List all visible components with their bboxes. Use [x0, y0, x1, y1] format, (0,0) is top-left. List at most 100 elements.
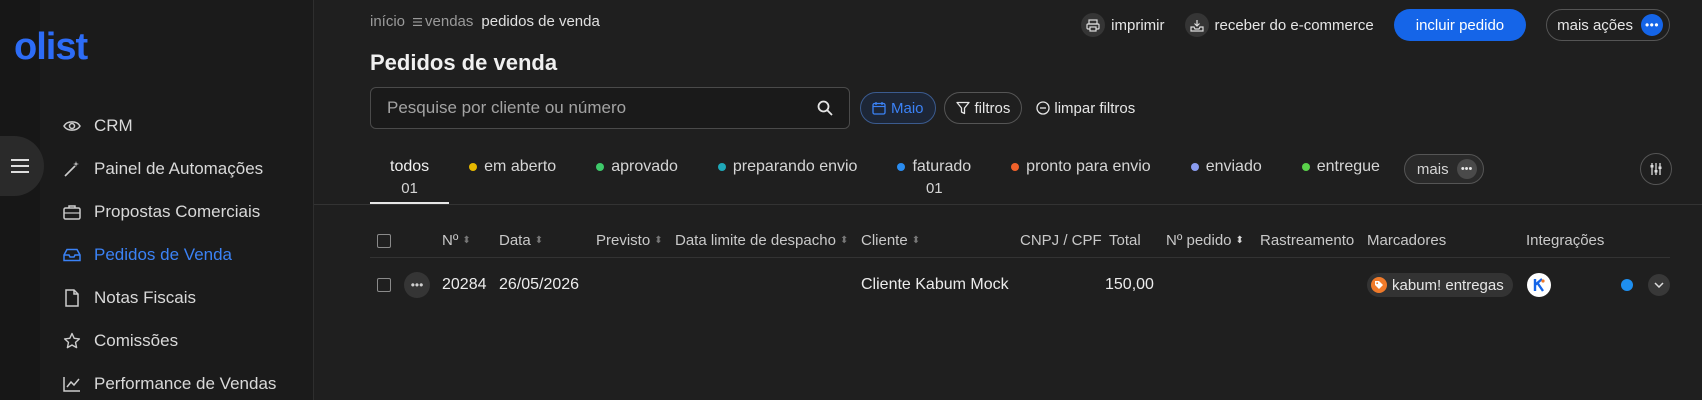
- tab-approved[interactable]: aprovado: [576, 154, 698, 204]
- col-dispatch-limit[interactable]: Data limite de despacho ⬍: [675, 224, 848, 257]
- tab-label: preparando envio: [732, 158, 858, 175]
- col-number[interactable]: Nº ⬍: [442, 224, 471, 257]
- status-dot: [1011, 163, 1020, 171]
- sidebar-item-label: Pedidos de Venda: [94, 244, 233, 264]
- tab-open[interactable]: em aberto: [449, 154, 576, 204]
- sidebar-item-commissions[interactable]: Comissões: [40, 319, 314, 362]
- minus-circle-icon: [1036, 101, 1051, 115]
- tag-icon: [1371, 277, 1387, 293]
- more-actions-button[interactable]: mais ações •••: [1546, 9, 1670, 41]
- sidebar-item-crm[interactable]: CRM: [40, 104, 314, 147]
- ellipsis-icon: •••: [1641, 14, 1663, 36]
- col-order-number[interactable]: Nº pedido ⬍: [1166, 224, 1244, 257]
- print-button[interactable]: imprimir: [1081, 13, 1165, 37]
- col-integrations: Integrações: [1526, 232, 1605, 249]
- inbox-icon: [62, 245, 82, 265]
- star-icon: [62, 331, 82, 351]
- sidebar-item-sales-orders[interactable]: Pedidos de Venda: [40, 233, 314, 276]
- filter-row: Maio filtros limpar filtros: [860, 92, 1135, 124]
- add-order-button[interactable]: incluir pedido: [1393, 9, 1527, 41]
- hamburger-icon: [11, 159, 29, 173]
- tab-label: em aberto: [484, 158, 557, 175]
- cell-date: 26/05/2026: [499, 276, 580, 293]
- list-icon: [413, 17, 423, 26]
- more-tabs-button[interactable]: mais •••: [1403, 154, 1484, 184]
- document-icon: [62, 288, 82, 308]
- sidebar-item-label: Performance de Vendas: [94, 373, 277, 393]
- sidebar-item-invoices[interactable]: Notas Fiscais: [40, 276, 314, 319]
- kabum-logo-icon: [1527, 273, 1551, 297]
- col-total: Total: [1109, 232, 1141, 249]
- sidebar-item-label: CRM: [94, 115, 133, 135]
- status-dot: [717, 163, 726, 171]
- tab-label: aprovado: [611, 158, 678, 175]
- breadcrumb: início vendas pedidos de venda: [370, 13, 600, 30]
- row-expand-button[interactable]: [1648, 266, 1670, 304]
- clear-filters-button[interactable]: limpar filtros: [1036, 100, 1135, 117]
- sidebar-item-label: Propostas Comerciais: [94, 201, 261, 221]
- col-customer[interactable]: Cliente ⬍: [861, 224, 920, 257]
- sidebar-item-commercial-proposals[interactable]: Propostas Comerciais: [40, 190, 314, 233]
- sidebar-item-sales-performance[interactable]: Performance de Vendas: [40, 362, 314, 400]
- breadcrumb-home[interactable]: início: [370, 13, 405, 30]
- tab-label: entregue: [1316, 158, 1380, 175]
- status-dot: [1190, 163, 1199, 171]
- sidebar-item-automation-panel[interactable]: Painel de Automações: [40, 147, 314, 190]
- eye-icon: [62, 116, 82, 136]
- sidebar-item-label: Painel de Automações: [94, 158, 264, 178]
- marker-tag[interactable]: kabum! entregas: [1367, 273, 1513, 297]
- status-dot: [469, 163, 478, 171]
- cell-total: 150,00: [1105, 276, 1154, 293]
- sort-icon: ⬍: [462, 235, 471, 246]
- ellipsis-icon: •••: [1456, 159, 1477, 179]
- tab-preparing-shipment[interactable]: preparando envio: [698, 154, 878, 204]
- status-tabs: todos 01 em aberto aprovado preparando e…: [370, 154, 1484, 204]
- receive-ecommerce-button[interactable]: receber do e-commerce: [1184, 13, 1374, 37]
- col-markers: Marcadores: [1367, 232, 1447, 249]
- sort-icon: ⬍: [839, 235, 849, 246]
- sort-icon: ⬍: [654, 235, 663, 246]
- tab-label: pronto para envio: [1026, 158, 1151, 175]
- sidebar-nav: CRM Painel de Automações Propostas Comer…: [40, 104, 314, 400]
- printer-icon: [1081, 13, 1106, 37]
- select-all-checkbox[interactable]: [377, 224, 391, 257]
- row-actions-button[interactable]: •••: [404, 266, 430, 304]
- tab-label: faturado: [912, 158, 972, 175]
- tab-count: 01: [401, 180, 418, 197]
- row-status-indicator: [1621, 266, 1633, 304]
- tabs-divider: [314, 204, 1702, 205]
- row-checkbox[interactable]: [377, 266, 391, 304]
- download-tray-icon: [1184, 13, 1209, 37]
- col-expected[interactable]: Previsto ⬍: [596, 224, 663, 257]
- breadcrumb-section[interactable]: vendas: [413, 13, 473, 30]
- status-dot: [1301, 163, 1310, 171]
- tab-shipped[interactable]: enviado: [1171, 154, 1282, 204]
- table-row[interactable]: ••• 20284 26/05/2026 Cliente Kabum Mock …: [370, 266, 1670, 304]
- magic-wand-icon: [62, 159, 82, 179]
- tab-ready-to-ship[interactable]: pronto para envio: [991, 154, 1171, 204]
- status-dot: [596, 163, 605, 171]
- filters-button[interactable]: filtros: [943, 92, 1023, 124]
- col-date[interactable]: Data ⬍: [499, 224, 543, 257]
- search-input[interactable]: [387, 98, 817, 118]
- sidebar-item-label: Notas Fiscais: [94, 287, 197, 307]
- page-title: Pedidos de venda: [370, 50, 558, 75]
- tab-count: 01: [925, 180, 943, 197]
- month-filter-chip[interactable]: Maio: [860, 92, 936, 124]
- olist-logo[interactable]: olist: [14, 26, 88, 69]
- search-icon[interactable]: [817, 100, 833, 116]
- tab-all[interactable]: todos 01: [370, 154, 450, 204]
- search-box: [370, 87, 850, 129]
- cell-customer[interactable]: Cliente Kabum Mock: [861, 266, 1009, 304]
- tab-label: enviado: [1205, 158, 1262, 175]
- sort-icon: ⬍: [534, 235, 544, 246]
- sort-active-icon: ⬍: [1235, 235, 1244, 246]
- briefcase-icon: [62, 202, 82, 222]
- tab-label: todos: [390, 158, 430, 175]
- funnel-icon: [955, 101, 970, 115]
- tab-delivered[interactable]: entregue: [1282, 154, 1400, 204]
- column-settings-button[interactable]: [1640, 153, 1672, 185]
- tab-invoiced[interactable]: faturado 01: [877, 154, 991, 204]
- breadcrumb-current: pedidos de venda: [481, 13, 600, 30]
- col-tax-id: CNPJ / CPF: [1020, 232, 1102, 249]
